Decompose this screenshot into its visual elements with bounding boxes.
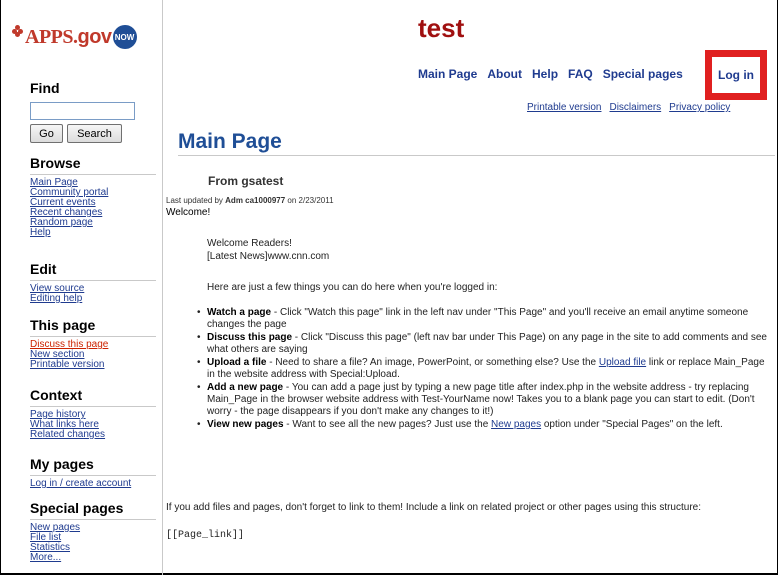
page-link-code: [[Page_link]] — [166, 530, 245, 541]
list-item: • Upload a file - Need to share a file? … — [197, 357, 775, 381]
bullet-icon: • — [197, 357, 201, 368]
from-subtitle: From gsatest — [208, 174, 284, 188]
bullet-title: Discuss this page — [207, 332, 293, 343]
context-heading: Context — [30, 387, 156, 407]
this-page-heading: This page — [30, 317, 156, 337]
upload-file-link[interactable]: Upload file — [599, 357, 646, 368]
bullet-icon: • — [197, 332, 201, 343]
bullet-title: Watch a page — [207, 307, 272, 318]
login-link[interactable]: Log in — [718, 68, 754, 82]
find-section: Find — [30, 80, 156, 100]
sub-navigation: Printable version Disclaimers Privacy po… — [527, 102, 730, 113]
latest-news-text: [Latest News]www.cnn.com — [207, 251, 330, 262]
bullet-text: option under "Special Pages" on the left… — [541, 419, 723, 430]
tips-list: • Watch a page - Click "Watch this page"… — [197, 307, 775, 432]
intro-text: Here are just a few things you can do he… — [207, 282, 498, 293]
subnav-printable-version[interactable]: Printable version — [527, 102, 601, 113]
bullet-text: - Click "Watch this page" link in the le… — [207, 307, 749, 330]
bullet-icon: • — [197, 382, 201, 393]
bullet-text: - Want to see all the new pages? Just us… — [283, 419, 492, 430]
edit-section: Edit View source Editing help — [30, 261, 156, 304]
sidebar-link-related-changes[interactable]: Related changes — [30, 430, 156, 440]
top-navigation: Main Page About Help FAQ Special pages — [418, 67, 683, 81]
footer-note: If you add files and pages, don't forget… — [166, 502, 701, 513]
context-section: Context Page history What links here Rel… — [30, 387, 156, 440]
title-divider — [178, 155, 775, 156]
bullet-text: - Need to share a file? An image, PowerP… — [266, 357, 599, 368]
subnav-privacy-policy[interactable]: Privacy policy — [669, 102, 730, 113]
sidebar-link-editing-help[interactable]: Editing help — [30, 294, 156, 304]
go-button[interactable]: Go — [30, 124, 63, 143]
topnav-special-pages[interactable]: Special pages — [603, 67, 683, 81]
bullet-title: Add a new page — [207, 382, 284, 393]
last-updated-line: Last updated by Adm ca1000977 on 2/23/20… — [166, 196, 334, 205]
new-pages-link[interactable]: New pages — [491, 419, 541, 430]
my-pages-heading: My pages — [30, 456, 156, 476]
topnav-about[interactable]: About — [487, 67, 522, 81]
edit-heading: Edit — [30, 261, 156, 281]
browse-heading: Browse — [30, 155, 156, 175]
this-page-section: This page Discuss this page New section … — [30, 317, 156, 370]
sidebar-link-printable-version[interactable]: Printable version — [30, 360, 156, 370]
bullet-title: Upload a file — [207, 357, 267, 368]
flower-icon — [12, 25, 24, 37]
apps-gov-logo[interactable]: APPS. gov NOW — [12, 23, 137, 51]
browse-section: Browse Main Page Community portal Curren… — [30, 155, 156, 238]
logo-apps-text: APPS. — [25, 25, 78, 48]
sidebar-link-help[interactable]: Help — [30, 228, 156, 238]
login-highlight-box: Log in — [705, 50, 767, 100]
bullet-title: View new pages — [207, 419, 284, 430]
topnav-help[interactable]: Help — [532, 67, 558, 81]
list-item: • Watch a page - Click "Watch this page"… — [197, 307, 775, 331]
bullet-icon: • — [197, 419, 201, 430]
welcome-text: Welcome! — [166, 207, 211, 218]
list-item: • Add a new page - You can add a page ju… — [197, 382, 775, 418]
search-button[interactable]: Search — [67, 124, 122, 143]
welcome-readers-text: Welcome Readers! — [207, 238, 292, 249]
special-pages-heading: Special pages — [30, 500, 156, 520]
sidebar-link-login-create-account[interactable]: Log in / create account — [30, 479, 156, 489]
logo-now-badge: NOW — [112, 25, 137, 49]
my-pages-section: My pages Log in / create account — [30, 456, 156, 489]
topnav-faq[interactable]: FAQ — [568, 67, 593, 81]
page-title: Main Page — [178, 130, 282, 153]
find-heading: Find — [30, 80, 60, 96]
topnav-main-page[interactable]: Main Page — [418, 67, 477, 81]
bullet-text: - You can add a page just by typing a ne… — [207, 382, 755, 417]
bullet-icon: • — [197, 307, 201, 318]
special-pages-section: Special pages New pages File list Statis… — [30, 500, 156, 563]
list-item: • View new pages - Want to see all the n… — [197, 419, 775, 431]
updated-user-link[interactable]: Adm ca1000977 — [225, 196, 285, 205]
sidebar-link-more[interactable]: More... — [30, 553, 156, 563]
site-title: test — [418, 13, 465, 43]
logo-gov-text: gov — [77, 25, 113, 48]
list-item: • Discuss this page - Click "Discuss thi… — [197, 332, 775, 356]
updated-prefix: Last updated by — [166, 196, 226, 205]
subnav-disclaimers[interactable]: Disclaimers — [609, 102, 661, 113]
updated-date: on 2/23/2011 — [285, 196, 334, 205]
search-input[interactable] — [30, 102, 135, 120]
